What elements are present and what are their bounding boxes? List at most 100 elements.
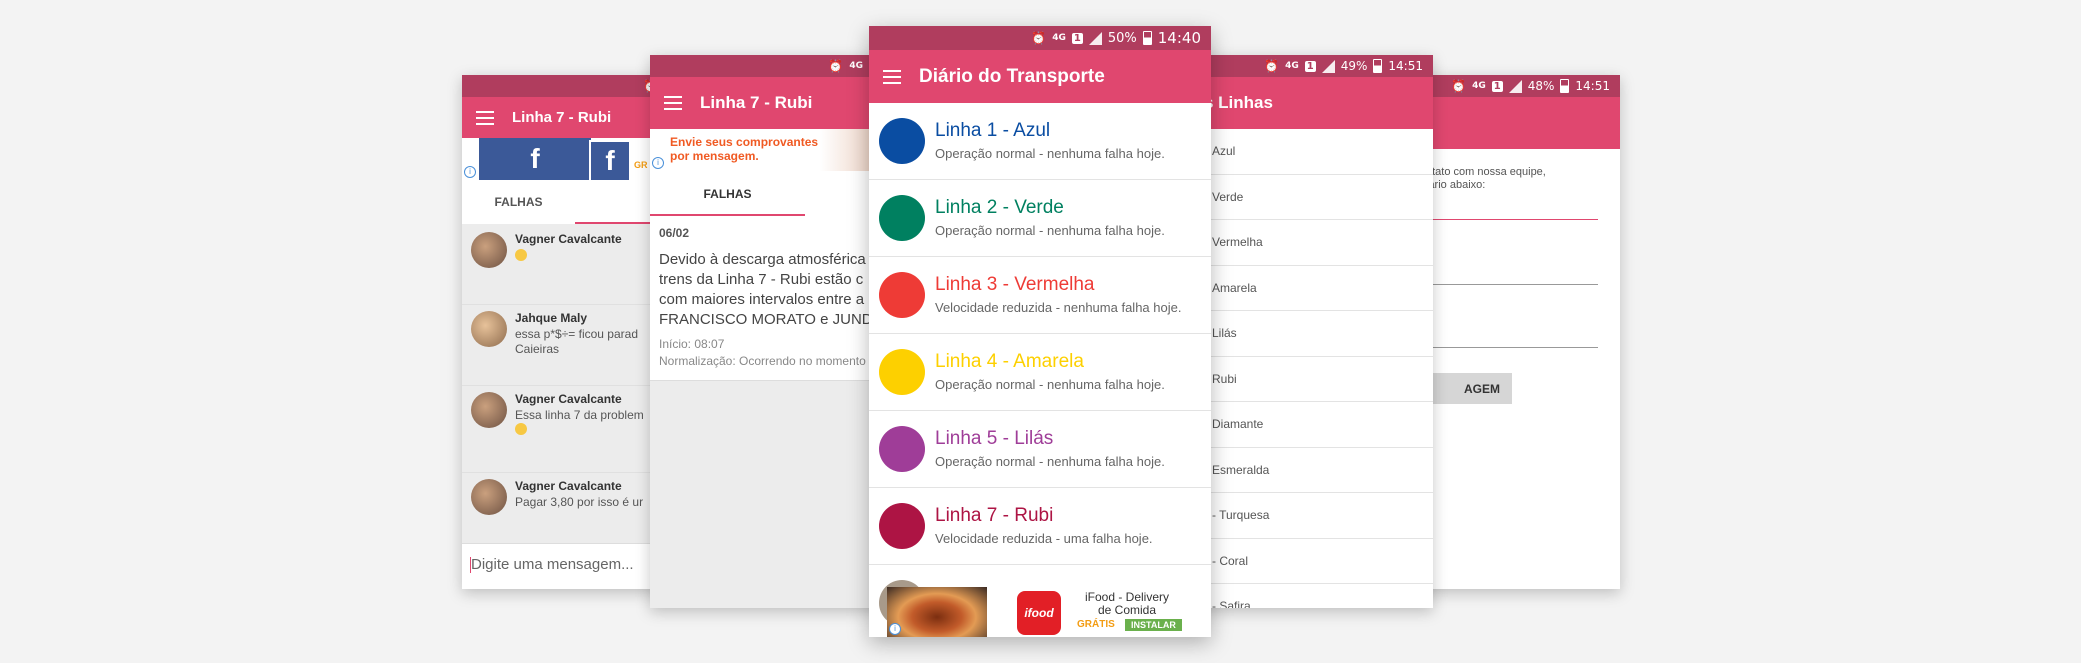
email-field[interactable] [1426,284,1598,285]
screen-line-failures: ⏰ 4G 1 Linha 7 - Rubi Envie seus comprov… [650,55,890,608]
battery-icon [1142,31,1152,45]
alarm-icon: ⏰ [828,59,844,73]
ad-banner[interactable]: Envie seus comprovantes por mensagem. i [650,129,890,171]
contact-intro: ntato com nossa equipe, lário abaixo: [1426,166,1546,192]
line-row[interactable]: Linha 5 - Lilás Operação normal - nenhum… [869,411,1211,488]
avatar [471,479,507,515]
author-name: Jahque Maly [515,311,588,325]
list-item[interactable]: Esmeralda [1190,448,1433,493]
line-name: Linha 7 - Rubi [935,505,1054,526]
menu-icon[interactable] [476,110,494,125]
line-color-icon [879,349,925,395]
alarm-icon: ⏰ [1451,79,1467,93]
contact-intro-line: ntato com nossa equipe, [1426,166,1546,178]
app-title: Diário do Transporte [919,65,1105,87]
failure-message-line: FRANCISCO MORATO e JUND [659,311,873,328]
install-button[interactable]: INSTALAR [1125,619,1182,631]
line-name: Linha 4 - Amarela [935,351,1084,372]
app-bar: Linha 7 - Rubi [650,77,890,129]
line-row[interactable]: Linha 4 - Amarela Operação normal - nenh… [869,334,1211,411]
signal-icon [1321,59,1335,73]
app-bar: Diário do Transporte [869,50,1211,103]
status-bar: ⏰ 4G 1 50% 14:40 [869,26,1211,50]
line-status: Operação normal - nenhuma falha hoje. [935,223,1165,238]
battery-percent: 49% [1340,59,1368,73]
failure-meta: Início: 08:07 Normalização: Ocorrendo no… [659,336,881,370]
list-item[interactable]: - Safira [1190,584,1433,608]
line-row[interactable]: Linha 3 - Vermelha Velocidade reduzida -… [869,257,1211,334]
line-name: Linha 1 - Azul [935,120,1051,141]
avatar [471,392,507,428]
list-item[interactable]: Azul [1190,129,1433,175]
ad-text: Envie seus comprovantes por mensagem. [670,135,819,163]
line-status: Operação normal - nenhuma falha hoje. [935,377,1165,392]
line-color-icon [879,272,925,318]
line-status: Operação normal - nenhuma falha hoje. [935,454,1165,469]
ad-info-icon[interactable]: i [889,623,901,635]
sim-icon: 1 [1304,60,1316,72]
network-type: 4G [1472,80,1486,91]
avatar [471,311,507,347]
app-bar: s Linhas [1190,77,1433,129]
ad-banner[interactable]: ifood iFood - Delivery de Comida GRÁTIS … [887,587,1193,637]
line-row[interactable]: Linha 7 - Rubi Velocidade reduzida - uma… [869,488,1211,565]
line-status: Operação normal - nenhuma falha hoje. [935,146,1165,161]
message-placeholder: Digite uma mensagem... [471,556,634,573]
failure-message-line: Devido à descarga atmosférica [659,251,866,268]
failure-card[interactable]: 06/02 Devido à descarga atmosférica tren… [650,216,890,381]
send-message-button[interactable]: AGEM [1426,373,1512,404]
line-color-icon [879,118,925,164]
message-field[interactable] [1426,347,1598,348]
sim-icon: 1 [1491,80,1503,92]
facebook-icon: f [589,140,631,182]
battery-percent: 48% [1527,79,1555,93]
signal-icon [1088,31,1102,45]
sad-emoji-icon [515,423,527,435]
line-color-icon [879,195,925,241]
status-bar: ⏰ 4G 1 49% 14:51 [1190,55,1433,77]
screen-contact: ⏰ 4G 1 48% 14:51 ntato com nossa equipe,… [1400,75,1620,589]
lines-list: Azul Verde Vermelha Amarela Lilás Rubi D… [1190,129,1433,608]
failure-message-line: com maiores intervalos entre a [659,291,865,308]
message-text-content: Essa linha 7 da problem [515,408,644,422]
app-bar [1400,97,1620,149]
battery-icon [1560,79,1570,93]
status-bar: ⏰ 4G 1 48% 14:51 [1400,75,1620,97]
tab-falhas[interactable]: FALHAS [650,171,805,216]
signal-icon [1508,79,1522,93]
tab-indicator [650,214,805,216]
ad-info-icon[interactable]: i [464,166,476,178]
list-item[interactable]: Rubi [1190,357,1433,402]
lines-list: Linha 1 - Azul Operação normal - nenhuma… [869,103,1211,637]
line-row[interactable]: Linha 2 - Verde Operação normal - nenhum… [869,180,1211,257]
alarm-icon: ⏰ [1264,59,1280,73]
list-item[interactable]: Amarela [1190,266,1433,311]
clock: 14:51 [1575,79,1610,93]
line-row[interactable]: Linha 1 - Azul Operação normal - nenhuma… [869,103,1211,180]
list-item[interactable]: Verde [1190,175,1433,220]
line-color-icon [879,426,925,472]
line-name: Linha 3 - Vermelha [935,274,1095,295]
alarm-icon: ⏰ [1031,31,1047,45]
battery-percent: 50% [1107,30,1137,46]
line-status: Velocidade reduzida - nenhuma falha hoje… [935,300,1182,315]
tab-bar: FALHAS [650,171,890,216]
failure-start: Início: 08:07 [659,337,725,351]
list-item[interactable]: Lilás [1190,311,1433,357]
network-type: 4G [1285,60,1299,71]
contact-intro-line: lário abaixo: [1426,179,1486,191]
smile-emoji-icon [515,249,527,261]
tab-falhas[interactable]: FALHAS [462,180,575,224]
list-item[interactable]: - Coral [1190,539,1433,584]
menu-icon[interactable] [664,96,682,110]
list-item[interactable]: Vermelha [1190,220,1433,266]
ad-price: GRÁTIS [1077,619,1115,630]
app-title: Linha 7 - Rubi [700,93,813,112]
ad-info-icon[interactable]: i [652,157,664,169]
clock: 14:40 [1157,29,1201,47]
name-field[interactable] [1426,219,1598,220]
list-item[interactable]: Diamante [1190,402,1433,448]
avatar [471,232,507,268]
menu-icon[interactable] [883,69,901,84]
list-item[interactable]: - Turquesa [1190,493,1433,539]
